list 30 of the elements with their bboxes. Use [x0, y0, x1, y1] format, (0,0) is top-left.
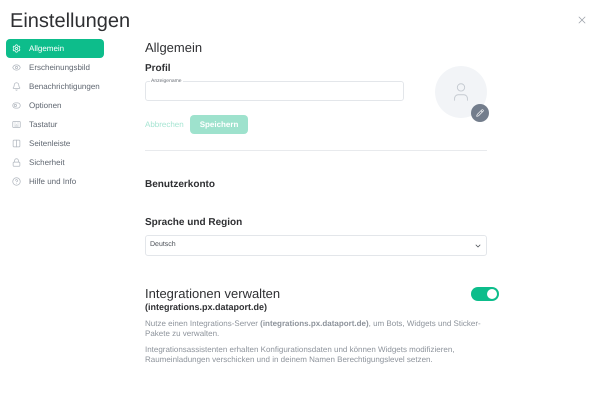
- integrations-toggle[interactable]: [471, 287, 499, 301]
- subsection-heading: Sprache und Region: [145, 216, 244, 230]
- sidebar-item[interactable]: Optionen: [6, 96, 104, 115]
- subsection-heading: Benutzerkonto: [145, 178, 216, 192]
- edit-avatar-button[interactable]: [471, 104, 489, 122]
- sidebar-item[interactable]: Tastatur: [6, 115, 104, 134]
- page-title: Einstellungen: [10, 10, 130, 32]
- sidebar-item[interactable]: Erscheinungsbild: [6, 58, 104, 77]
- description-text: Integrationsassistenten erhalten Konfigurationsdaten und können Widgets modifizieren, Raumeinladungen verschicken und in deinem Namen Berechtigungslevel setzen.: [145, 345, 456, 365]
- server-address: (integrations.px.dataport.de): [145, 301, 268, 313]
- sidebar-item[interactable]: Seitenleiste: [6, 134, 104, 153]
- keyboard-icon: [12, 120, 21, 129]
- lock-icon: [12, 158, 21, 167]
- section-heading: Allgemein: [145, 40, 204, 56]
- bell-icon: [12, 82, 21, 91]
- section-heading: Integrationen verwalten: [145, 286, 280, 301]
- help-icon: [12, 177, 21, 186]
- columns-icon: [12, 139, 21, 148]
- eye-icon: [12, 63, 21, 72]
- chevron-down-icon: [474, 242, 482, 250]
- close-button[interactable]: [576, 14, 588, 26]
- sidebar-item[interactable]: Hilfe und Info: [6, 172, 104, 191]
- subsection-heading: Profil: [145, 62, 172, 76]
- toggle-icon: [12, 101, 21, 110]
- sidebar-item[interactable]: Benachrichtigungen: [6, 77, 104, 96]
- description-text: Nutze einen Integrations-Server (integrations.px.dataport.de), um Bots, Widgets und Sticker-Pakete zu verwalten.: [145, 319, 482, 339]
- pencil-icon: [476, 109, 484, 117]
- sidebar-item[interactable]: Sicherheit: [6, 153, 104, 172]
- settings-icon: [12, 44, 21, 53]
- close-icon: [576, 14, 588, 26]
